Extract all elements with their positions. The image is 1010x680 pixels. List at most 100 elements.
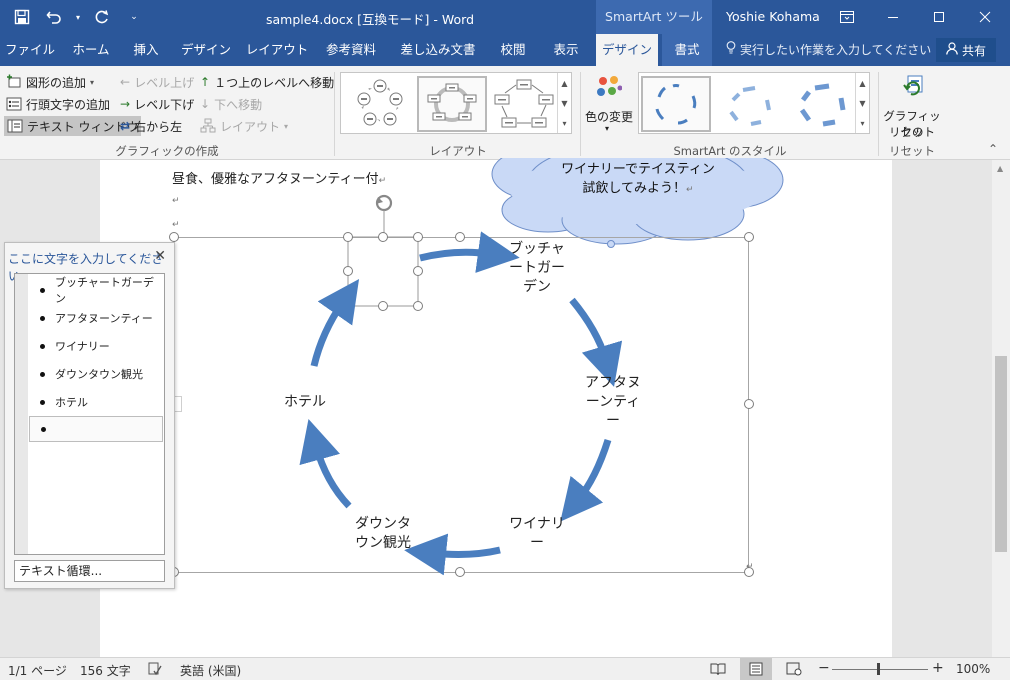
cycle-arrow-1[interactable]: [419, 231, 520, 273]
resize-handle-ne[interactable]: [744, 232, 754, 242]
chevron-up-icon[interactable]: ▲: [859, 79, 865, 88]
list-item[interactable]: ホテル: [29, 389, 163, 415]
gallery-more-icon[interactable]: ▾: [562, 119, 566, 128]
tab-insert[interactable]: 挿入: [122, 34, 170, 66]
add-bullet-button[interactable]: 行頭文字の追加: [6, 94, 110, 114]
scroll-up-icon[interactable]: ▲: [997, 164, 1003, 173]
tell-me-box[interactable]: 実行したい作業を入力してください: [726, 34, 931, 66]
language[interactable]: 英語 (米国): [180, 662, 241, 679]
palette-icon: [596, 74, 623, 103]
cycle-arrow-4[interactable]: [404, 533, 501, 576]
move-up-button[interactable]: ↑ １つ上のレベルへ移動: [200, 72, 334, 92]
tab-format[interactable]: 書式: [662, 34, 712, 66]
web-layout-icon[interactable]: [778, 658, 810, 680]
tab-mailings[interactable]: 差し込み文書: [392, 34, 484, 66]
zoom-out-icon[interactable]: −: [818, 660, 830, 676]
chevron-up-icon[interactable]: ▲: [561, 79, 567, 88]
scroll-thumb[interactable]: [995, 356, 1007, 552]
minimize-icon[interactable]: [870, 0, 916, 34]
resize-handle-s[interactable]: [455, 567, 465, 577]
list-item[interactable]: ブッチャートガーデン: [29, 276, 163, 305]
tab-smartart-design[interactable]: デザイン: [596, 34, 658, 66]
cycle-arrow-6[interactable]: [310, 279, 360, 367]
tab-file[interactable]: ファイル: [0, 34, 60, 66]
promote-button[interactable]: ← レベル上げ: [120, 72, 194, 92]
selected-empty-shape[interactable]: [347, 236, 419, 307]
group-separator: [580, 72, 581, 156]
right-to-left-button[interactable]: ⇄ 右から左: [120, 116, 182, 136]
cycle-arrow-5[interactable]: [299, 419, 352, 509]
resize-handle-n[interactable]: [455, 232, 465, 242]
undo-dropdown-icon[interactable]: ▾: [72, 5, 84, 29]
tab-review[interactable]: 校閲: [490, 34, 536, 66]
change-colors-button[interactable]: 色の変更 ▾: [584, 72, 634, 138]
style-thumb-simple[interactable]: [641, 76, 711, 132]
list-item[interactable]: ワイナリー: [29, 333, 163, 359]
body-text-line[interactable]: 昼食、優雅なアフタヌーンティー付↵: [172, 168, 386, 187]
close-icon[interactable]: [962, 0, 1008, 34]
customize-qat-icon[interactable]: ⌄: [120, 5, 148, 29]
zoom-slider-thumb[interactable]: [877, 663, 880, 675]
tab-references[interactable]: 参考資料: [316, 34, 386, 66]
node-label-hotel[interactable]: ホテル: [266, 393, 344, 412]
undo-icon[interactable]: [40, 5, 68, 29]
share-button[interactable]: 共有: [936, 38, 996, 62]
arrow-left-icon: ←: [120, 75, 131, 89]
layout-thumb-basic-cycle[interactable]: [345, 76, 415, 132]
tab-design[interactable]: デザイン: [174, 34, 238, 66]
list-item[interactable]: アフタヌーンティー: [29, 305, 163, 331]
text-pane-footer-link[interactable]: テキスト循環...: [14, 560, 165, 582]
cycle-arrow-2[interactable]: [569, 297, 623, 387]
list-item[interactable]: ダウンタウン観光: [29, 361, 163, 387]
resize-handle-e[interactable]: [744, 399, 754, 409]
text-pane-toggle-tab[interactable]: [174, 396, 182, 412]
page-count[interactable]: 1/1 ページ: [8, 662, 67, 679]
rotate-handle-icon[interactable]: [375, 194, 393, 237]
resize-handle-nw[interactable]: [169, 232, 179, 242]
document-title: sample4.docx [互換モード] - Word: [265, 12, 475, 27]
close-icon[interactable]: ✕: [154, 248, 166, 264]
print-layout-icon[interactable]: [740, 658, 772, 680]
ribbon-display-options-icon[interactable]: [824, 0, 870, 34]
layout-thumb-continuous-cycle[interactable]: [417, 76, 487, 132]
smartart-styles-gallery: ▲ ▼ ▾: [638, 72, 870, 134]
gallery-more-icon[interactable]: ▾: [860, 119, 864, 128]
style-thumb-outline[interactable]: [715, 76, 785, 132]
zoom-in-icon[interactable]: +: [932, 660, 944, 676]
group-label-styles: SmartArt のスタイル: [673, 144, 787, 158]
node-label-downtown[interactable]: ダウンタ ウン観光: [344, 515, 422, 553]
add-shape-button[interactable]: 図形の追加 ▾: [6, 72, 94, 92]
demote-button[interactable]: → レベル下げ: [120, 94, 194, 114]
reset-graphic-icon: [898, 72, 926, 103]
gallery-scroll[interactable]: ▲ ▼ ▾: [557, 73, 571, 133]
layout-button[interactable]: レイアウト ▾: [200, 116, 288, 136]
node-label-butchart[interactable]: ブッチャ ートガー デン: [498, 240, 576, 297]
layout-thumb-block-cycle[interactable]: [489, 76, 559, 132]
read-mode-icon[interactable]: [702, 658, 734, 680]
style-thumb-3d[interactable]: [787, 76, 857, 132]
chevron-down-icon[interactable]: ▼: [859, 99, 865, 108]
tab-layout[interactable]: レイアウト: [242, 34, 312, 66]
chevron-down-icon[interactable]: ▼: [561, 99, 567, 108]
tab-home[interactable]: ホーム: [62, 34, 120, 66]
reset-graphic-button[interactable]: グラフィックの リセット: [880, 70, 944, 140]
list-item-current[interactable]: [29, 416, 163, 442]
collapse-ribbon-icon[interactable]: ⌃: [988, 142, 998, 156]
redo-icon[interactable]: [88, 5, 116, 29]
zoom-level[interactable]: 100%: [956, 662, 990, 676]
node-label-afternoon-tea[interactable]: アフタヌ ーンティ ー: [574, 374, 652, 431]
cycle-arrow-3[interactable]: [560, 438, 612, 522]
tab-view[interactable]: 表示: [542, 34, 590, 66]
add-shape-icon: [6, 74, 22, 90]
zoom-slider[interactable]: [832, 669, 928, 670]
maximize-icon[interactable]: [916, 0, 962, 34]
gallery-scroll[interactable]: ▲ ▼ ▾: [855, 73, 869, 133]
proofing-icon[interactable]: [148, 662, 162, 679]
group-label-layouts: レイアウト: [429, 144, 487, 158]
node-label-winery[interactable]: ワイナリ ー: [498, 515, 576, 553]
user-name[interactable]: Yoshie Kohama: [726, 9, 820, 24]
move-down-button[interactable]: ↓ 下へ移動: [200, 94, 262, 114]
save-icon[interactable]: [8, 5, 36, 29]
vertical-scrollbar[interactable]: ▲: [992, 160, 1010, 657]
word-count[interactable]: 156 文字: [80, 662, 131, 679]
